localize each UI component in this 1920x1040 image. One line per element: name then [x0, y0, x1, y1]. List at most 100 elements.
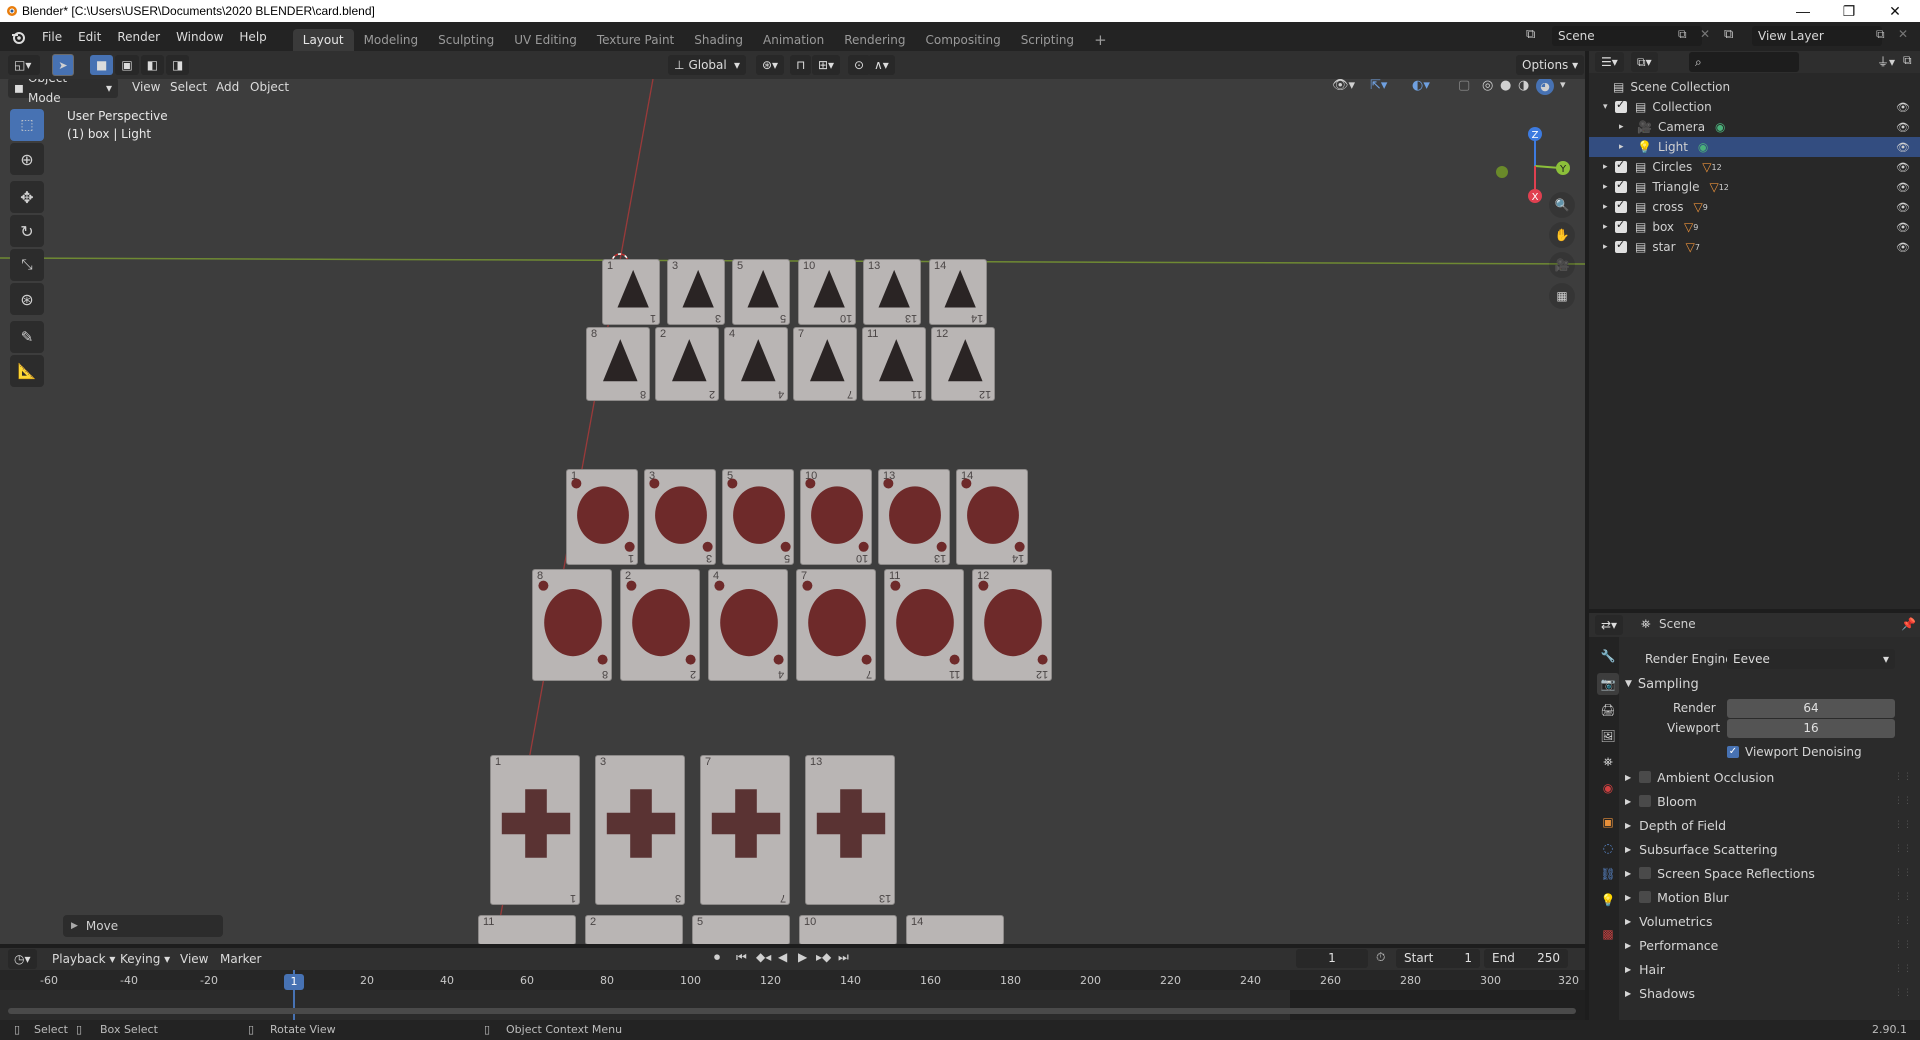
visibility-eye-icon[interactable]: 👁	[1896, 201, 1910, 214]
scene-selector-icon[interactable]: ⧉	[1526, 27, 1535, 42]
playing-card[interactable]: 10 10	[800, 469, 872, 565]
tool-scale[interactable]: ⤡	[10, 249, 44, 281]
outliner-item-collection[interactable]: ▾▤Collection👁	[1589, 97, 1920, 117]
drag-handle-icon[interactable]: ⋮⋮	[1894, 916, 1912, 926]
tool-select-box[interactable]: ⬚	[10, 109, 44, 141]
prev-keyframe-icon[interactable]: ◆◂	[756, 950, 771, 964]
tab-animation[interactable]: Animation	[753, 29, 834, 51]
world-tab-icon[interactable]: ◉	[1597, 777, 1619, 799]
outliner-item-cross[interactable]: ▸▤cross▽9👁	[1589, 197, 1920, 217]
view-layer-icon[interactable]: ⧉	[1724, 27, 1733, 42]
exclude-checkbox[interactable]	[1615, 178, 1627, 193]
tool-rotate[interactable]: ↻	[10, 215, 44, 247]
timeline-menu-view[interactable]: View	[172, 949, 216, 969]
visibility-eye-icon[interactable]: 👁	[1896, 241, 1910, 254]
chevron-right-icon[interactable]: ▸	[1603, 222, 1615, 232]
delete-view-layer-icon[interactable]: ✕	[1898, 27, 1908, 41]
tab-sculpting[interactable]: Sculpting	[428, 29, 504, 51]
drag-handle-icon[interactable]: ⋮⋮	[1894, 940, 1912, 950]
timeline-editor-type-icon[interactable]: ◷▾	[8, 949, 37, 969]
play-icon[interactable]: ▶	[798, 950, 807, 964]
panel-shadows[interactable]: ▶ Shadows ⋮⋮	[1625, 981, 1920, 1005]
tab-shading[interactable]: Shading	[684, 29, 753, 51]
sampling-panel-header[interactable]: ▼ Sampling	[1625, 672, 1920, 696]
tool-move[interactable]: ✥	[10, 181, 44, 213]
timeline-menu-keying[interactable]: Keying ▾	[112, 949, 178, 969]
tool-annotate[interactable]: ✎	[10, 321, 44, 353]
pin-icon[interactable]: 📌	[1901, 617, 1916, 631]
select-tool-icon[interactable]: ➤	[52, 54, 74, 76]
pan-hand-icon[interactable]: ✋	[1549, 222, 1575, 248]
visibility-eye-icon[interactable]: 👁	[1896, 121, 1910, 134]
outliner-scene-collection[interactable]: ▤ Scene Collection	[1589, 77, 1920, 97]
outliner-item-triangle[interactable]: ▸▤Triangle▽12👁	[1589, 177, 1920, 197]
exclude-checkbox[interactable]	[1615, 98, 1627, 113]
zoom-icon[interactable]: 🔍	[1549, 192, 1575, 218]
new-scene-icon[interactable]: ⧉	[1678, 27, 1687, 42]
panel-ambient-occlusion[interactable]: ▶ Ambient Occlusion ⋮⋮	[1625, 765, 1920, 789]
tool-measure[interactable]: 📐	[10, 355, 44, 387]
playing-card[interactable]: 22	[620, 569, 700, 681]
new-collection-icon[interactable]: ⧉	[1903, 53, 1912, 68]
playing-card[interactable]: 14 14	[956, 469, 1028, 565]
playing-card[interactable]: 33	[595, 755, 685, 905]
playing-card[interactable]: 14 14	[929, 259, 987, 325]
overlay-toggle-icon[interactable]: ◐▾	[1412, 79, 1430, 93]
chevron-right-icon[interactable]: ▸	[1619, 122, 1631, 132]
render-engine-dropdown[interactable]: Eevee ▾	[1727, 649, 1895, 669]
playing-card[interactable]: 13 13	[863, 259, 921, 325]
display-mode-icon[interactable]: ⧉▾	[1631, 52, 1658, 72]
outliner-item-circles[interactable]: ▸▤Circles▽12👁	[1589, 157, 1920, 177]
playing-card[interactable]: 13 13	[878, 469, 950, 565]
panel-subsurface-scattering[interactable]: ▶ Subsurface Scattering ⋮⋮	[1625, 837, 1920, 861]
drag-handle-icon[interactable]: ⋮⋮	[1894, 820, 1912, 830]
timeline-menu-marker[interactable]: Marker	[212, 949, 269, 969]
tab-layout[interactable]: Layout	[292, 29, 354, 51]
object-tab-icon[interactable]: ▣	[1597, 811, 1619, 833]
playing-card[interactable]: 77	[793, 327, 857, 401]
panel-performance[interactable]: ▶ Performance ⋮⋮	[1625, 933, 1920, 957]
pivot-point-icon[interactable]: ⊛▾	[756, 55, 785, 75]
playing-card[interactable]: 14	[906, 915, 1004, 944]
exclude-checkbox[interactable]	[1615, 238, 1627, 253]
mode-extend-icon[interactable]: ▣	[115, 55, 139, 75]
tab-scripting[interactable]: Scripting	[1011, 29, 1084, 51]
options-dropdown[interactable]: Options ▾	[1516, 55, 1585, 75]
playing-card[interactable]: 88	[586, 327, 650, 401]
playing-card[interactable]: 55	[722, 469, 794, 565]
play-reverse-icon[interactable]: ◀	[778, 950, 787, 964]
panel-enable-checkbox[interactable]	[1639, 891, 1652, 903]
3d-viewport[interactable]: ◼ Object Mode ▾ View Select Add Object 👁…	[0, 79, 1585, 944]
panel-bloom[interactable]: ▶ Bloom ⋮⋮	[1625, 789, 1920, 813]
view-layer-field[interactable]: View Layer	[1752, 26, 1882, 46]
chevron-right-icon[interactable]: ▸	[1619, 142, 1631, 152]
outliner-item-box[interactable]: ▸▤box▽9👁	[1589, 217, 1920, 237]
panel-depth-of-field[interactable]: ▶ Depth of Field ⋮⋮	[1625, 813, 1920, 837]
playing-card[interactable]: 12 12	[972, 569, 1052, 681]
rendered-shading-icon[interactable]: ◕	[1536, 79, 1554, 95]
timeline-scrollbar[interactable]	[8, 1008, 1576, 1014]
drag-handle-icon[interactable]: ⋮⋮	[1894, 964, 1912, 974]
drag-handle-icon[interactable]: ⋮⋮	[1894, 844, 1912, 854]
outliner-search-input[interactable]: ⌕	[1689, 52, 1799, 72]
playing-card[interactable]: 44	[724, 327, 788, 401]
camera-view-icon[interactable]: 🎥	[1549, 252, 1575, 278]
drag-handle-icon[interactable]: ⋮⋮	[1894, 772, 1912, 782]
playing-card[interactable]: 55	[732, 259, 790, 325]
viewport-denoising-checkbox[interactable]: ✓	[1727, 746, 1739, 758]
menu-file[interactable]: File	[34, 27, 70, 47]
visibility-eye-icon[interactable]: 👁	[1896, 161, 1910, 174]
properties-editor-type-icon[interactable]: ⇄▾	[1595, 615, 1624, 635]
viewport-menu-object[interactable]: Object	[242, 79, 297, 97]
render-samples-field[interactable]: 64	[1727, 698, 1895, 718]
visibility-eye-icon[interactable]: 👁	[1896, 221, 1910, 234]
outliner-item-camera[interactable]: ▸ 🎥 Camera ◉ 👁	[1589, 117, 1920, 137]
editor-type-icon[interactable]: ◱▾	[8, 55, 40, 75]
visibility-eye-icon[interactable]: 👁	[1896, 141, 1910, 154]
render-tab-icon[interactable]: 📷	[1597, 673, 1619, 695]
proportional-edit-icon[interactable]: ⊙	[848, 55, 871, 75]
playing-card[interactable]: 13 13	[805, 755, 895, 905]
mode-intersect-icon[interactable]: ◨	[166, 55, 190, 75]
next-keyframe-icon[interactable]: ▸◆	[816, 950, 831, 964]
playing-card[interactable]: 22	[655, 327, 719, 401]
